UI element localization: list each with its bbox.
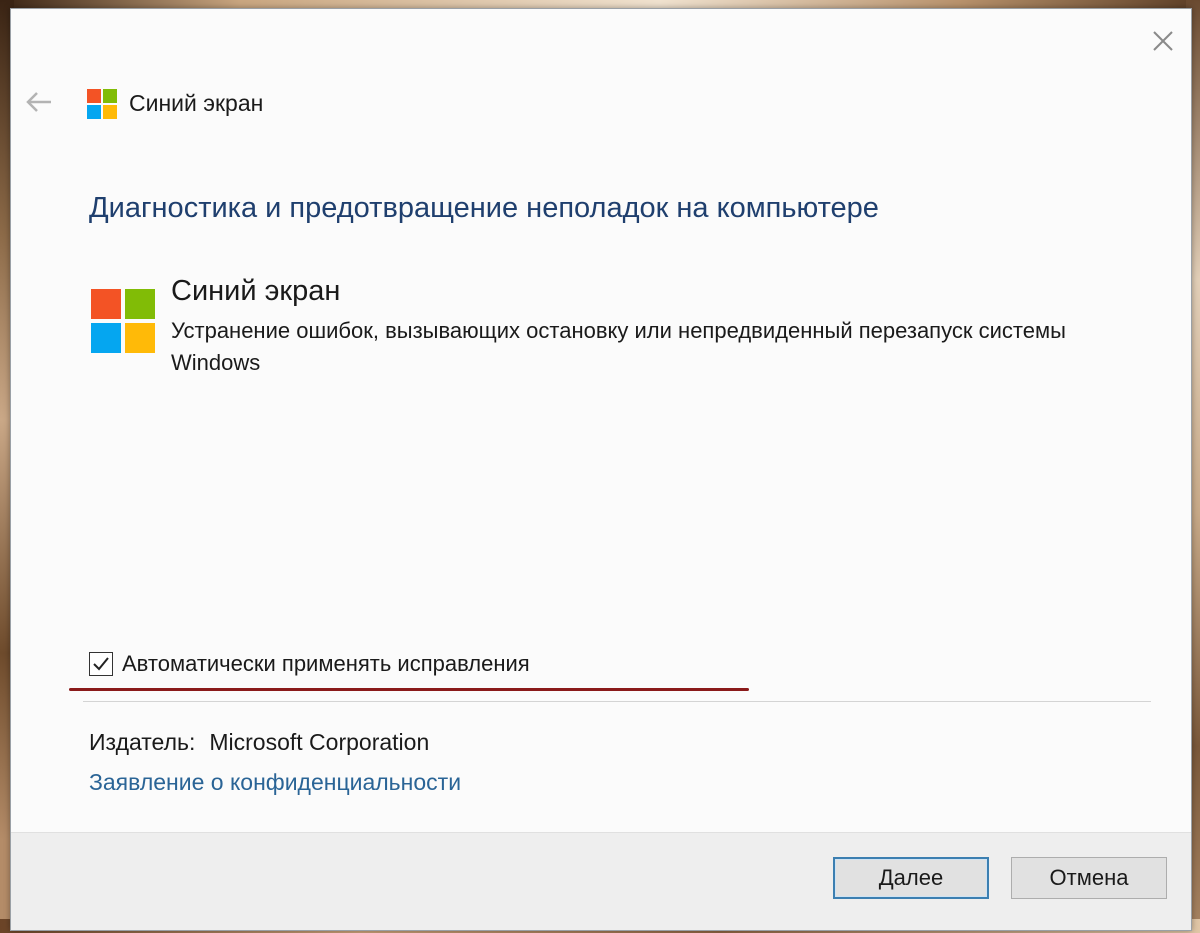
next-button[interactable]: Далее xyxy=(833,857,989,899)
divider xyxy=(83,701,1151,702)
back-button[interactable] xyxy=(25,91,53,113)
publisher-info: Издатель: Microsoft Corporation xyxy=(89,729,429,756)
window-title: Синий экран xyxy=(129,90,264,116)
close-button[interactable] xyxy=(1151,29,1175,53)
windows-logo-icon xyxy=(87,89,117,119)
auto-apply-checkbox[interactable] xyxy=(89,652,113,676)
troubleshooter-logo-icon xyxy=(91,289,155,353)
publisher-label: Издатель: xyxy=(89,729,196,755)
annotation-underline xyxy=(69,688,749,691)
privacy-statement-link[interactable]: Заявление о конфиденциальности xyxy=(89,769,461,796)
cancel-button[interactable]: Отмена xyxy=(1011,857,1167,899)
dialog-footer: Далее Отмена xyxy=(11,832,1191,930)
troubleshooter-description: Устранение ошибок, вызывающих остановку … xyxy=(171,318,1066,375)
auto-apply-label: Автоматически применять исправления xyxy=(122,651,530,676)
troubleshooter-dialog: Синий экран Диагностика и предотвращение… xyxy=(10,8,1192,931)
close-icon xyxy=(1153,31,1173,51)
auto-apply-checkbox-row[interactable]: Автоматически применять исправления xyxy=(89,649,530,679)
back-arrow-icon xyxy=(26,92,51,112)
troubleshooter-title: Синий экран xyxy=(171,275,341,307)
page-heading: Диагностика и предотвращение неполадок н… xyxy=(89,192,879,224)
publisher-value: Microsoft Corporation xyxy=(209,729,430,755)
checkmark-icon xyxy=(93,657,109,671)
